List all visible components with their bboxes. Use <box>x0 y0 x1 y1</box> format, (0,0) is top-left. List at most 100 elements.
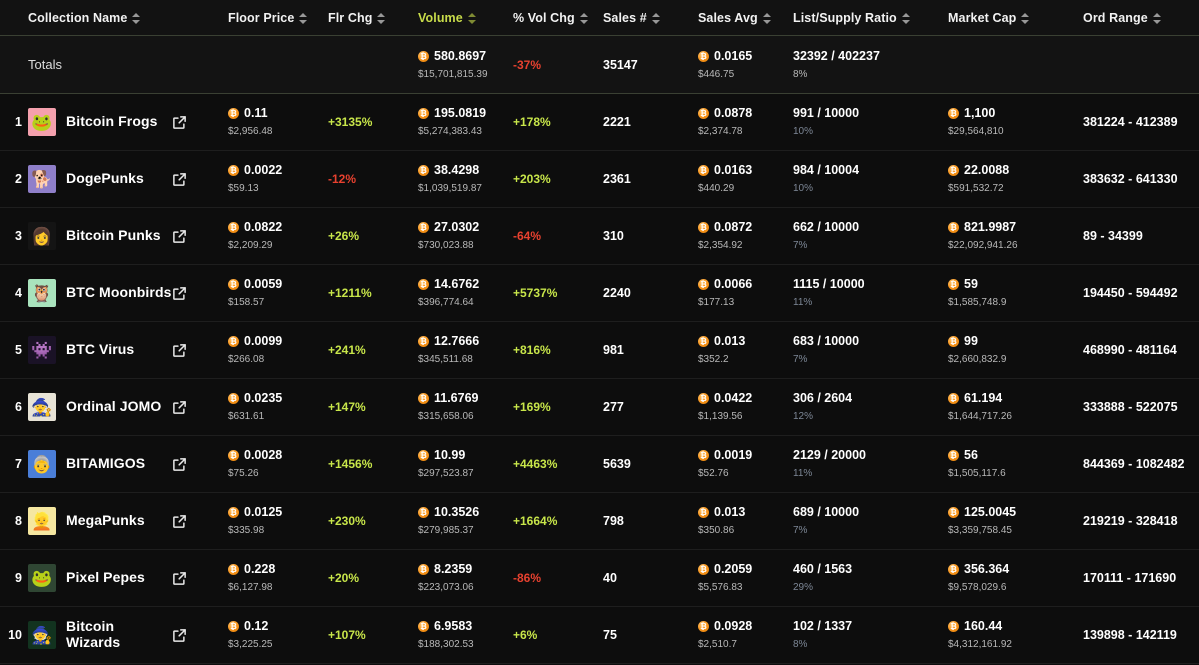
volume-sub: $223,073.06 <box>418 582 474 594</box>
sort-arrows-icon[interactable] <box>651 12 660 25</box>
external-link-cell[interactable] <box>172 172 228 187</box>
volume-value: 8.2359 <box>434 562 473 577</box>
collection-name[interactable]: Bitcoin Frogs <box>66 113 158 130</box>
sales-avg-value: 0.0163 <box>714 163 753 178</box>
sales-count: 981 <box>603 343 624 357</box>
collection-cell[interactable]: 🐸 Bitcoin Frogs <box>28 108 172 136</box>
external-link-cell[interactable] <box>172 400 228 415</box>
collection-cell[interactable]: 🧙 Ordinal JOMO <box>28 393 172 421</box>
floor-price: 0.0059 $158.57 <box>228 276 328 309</box>
collection-name[interactable]: Pixel Pepes <box>66 569 145 586</box>
column-header-name[interactable]: Collection Name <box>28 10 172 25</box>
external-link-cell[interactable] <box>172 229 228 244</box>
floor-price-main: 0.0028 <box>228 447 328 464</box>
external-link-icon[interactable] <box>172 514 187 529</box>
sort-arrows-icon[interactable] <box>901 12 910 25</box>
external-link-icon[interactable] <box>172 286 187 301</box>
collection-name[interactable]: BITAMIGOS <box>66 455 145 472</box>
collection-cell[interactable]: 🧙 Bitcoin Wizards <box>28 619 172 650</box>
list-supply-pct: 10% <box>793 126 814 138</box>
column-header-salesavg[interactable]: Sales Avg <box>698 10 793 25</box>
external-link-cell[interactable] <box>172 571 228 586</box>
bitcoin-icon <box>418 279 429 291</box>
list-supply-value: 460 / 1563 <box>793 562 853 577</box>
row-rank: 2 <box>15 172 22 186</box>
external-link-cell[interactable] <box>172 115 228 130</box>
sort-arrows-icon[interactable] <box>467 12 476 25</box>
table-row: 3 👩 Bitcoin Punks 0.0822 $2,209.29 +26% 27.030… <box>0 208 1199 265</box>
floor-price-value: 0.12 <box>244 619 269 634</box>
sort-arrows-icon[interactable] <box>299 12 308 25</box>
market-cap-main: 356.364 <box>948 561 1083 578</box>
column-header-volchg[interactable]: % Vol Chg <box>513 10 603 25</box>
sort-arrows-icon[interactable] <box>1021 12 1030 25</box>
external-link-icon[interactable] <box>172 172 187 187</box>
external-link-icon[interactable] <box>172 400 187 415</box>
column-header-sales[interactable]: Sales # <box>603 10 698 25</box>
sales-avg-value: 0.0928 <box>714 619 753 634</box>
volume-sub: $279,985.37 <box>418 525 474 537</box>
column-header-listsup[interactable]: List/Supply Ratio <box>793 10 948 25</box>
column-header-floor[interactable]: Floor Price <box>228 10 328 25</box>
external-link-cell[interactable] <box>172 628 228 643</box>
volume: 11.6769 $315,658.06 <box>418 390 513 423</box>
volume-main: 6.9583 <box>418 618 513 635</box>
sort-arrows-icon[interactable] <box>132 12 141 25</box>
sort-arrows-icon[interactable] <box>579 12 588 25</box>
volume-sub: $188,302.53 <box>418 639 474 651</box>
collection-cell[interactable]: 🦉 BTC Moonbirds <box>28 279 172 307</box>
sales-avg-value: 0.0422 <box>714 391 753 406</box>
external-link-cell[interactable] <box>172 457 228 472</box>
external-link-icon[interactable] <box>172 628 187 643</box>
sort-arrows-icon[interactable] <box>377 12 386 25</box>
external-link-icon[interactable] <box>172 457 187 472</box>
collection-cell[interactable]: 👾 BTC Virus <box>28 336 172 364</box>
floor-change: +3135% <box>328 115 373 129</box>
collection-name[interactable]: BTC Virus <box>66 341 134 358</box>
collection-cell[interactable]: 👩 Bitcoin Punks <box>28 222 172 250</box>
bitcoin-icon <box>418 507 429 519</box>
external-link-cell[interactable] <box>172 514 228 529</box>
table-row: 5 👾 BTC Virus 0.0099 $266.08 +241% 12.7666 $345… <box>0 322 1199 379</box>
volume-value: 12.7666 <box>434 334 480 349</box>
external-link-icon[interactable] <box>172 115 187 130</box>
sales-avg-sub: $177.13 <box>698 297 735 309</box>
floor-price-sub: $631.61 <box>228 411 265 423</box>
collection-name[interactable]: Ordinal JOMO <box>66 398 161 415</box>
collection-name[interactable]: Bitcoin Punks <box>66 227 161 244</box>
floor-change: +147% <box>328 400 366 414</box>
bitcoin-icon <box>698 336 709 348</box>
bitcoin-icon <box>418 450 429 462</box>
volume-main: 195.0819 <box>418 105 513 122</box>
column-header-label: Flr Chg <box>328 11 373 25</box>
external-link-icon[interactable] <box>172 571 187 586</box>
sort-arrows-icon[interactable] <box>762 12 771 25</box>
column-header-flrchg[interactable]: Flr Chg <box>328 10 418 25</box>
collection-name[interactable]: MegaPunks <box>66 512 145 529</box>
column-header-mcap[interactable]: Market Cap <box>948 10 1083 25</box>
list-supply-value: 102 / 1337 <box>793 619 853 634</box>
market-cap: 61.194 $1,644,717.26 <box>948 390 1083 423</box>
volume-change: +4463% <box>513 457 558 471</box>
external-link-cell[interactable] <box>172 286 228 301</box>
collection-name[interactable]: DogePunks <box>66 170 144 187</box>
column-header-ordrange[interactable]: Ord Range <box>1083 10 1199 25</box>
collection-name[interactable]: Bitcoin Wizards <box>66 619 140 650</box>
external-link-icon[interactable] <box>172 343 187 358</box>
volume-change: +1664% <box>513 514 558 528</box>
collection-cell[interactable]: 🐕 DogePunks <box>28 165 172 193</box>
collection-cell[interactable]: 👵 BITAMIGOS <box>28 450 172 478</box>
sort-arrows-icon[interactable] <box>1152 12 1161 25</box>
table-row: 6 🧙 Ordinal JOMO 0.0235 $631.61 +147% 11.6769 $… <box>0 379 1199 436</box>
market-cap-sub: $4,312,161.92 <box>948 639 1012 651</box>
column-header-volume[interactable]: Volume <box>418 10 513 25</box>
volume-value: 6.9583 <box>434 619 473 634</box>
collection-cell[interactable]: 🐸 Pixel Pepes <box>28 564 172 592</box>
collection-cell[interactable]: 👱 MegaPunks <box>28 507 172 535</box>
collection-name[interactable]: BTC Moonbirds <box>66 284 172 301</box>
external-link-icon[interactable] <box>172 229 187 244</box>
sales-count: 310 <box>603 229 624 243</box>
bitcoin-icon <box>948 507 959 519</box>
market-cap-main: 821.9987 <box>948 219 1083 236</box>
external-link-cell[interactable] <box>172 343 228 358</box>
